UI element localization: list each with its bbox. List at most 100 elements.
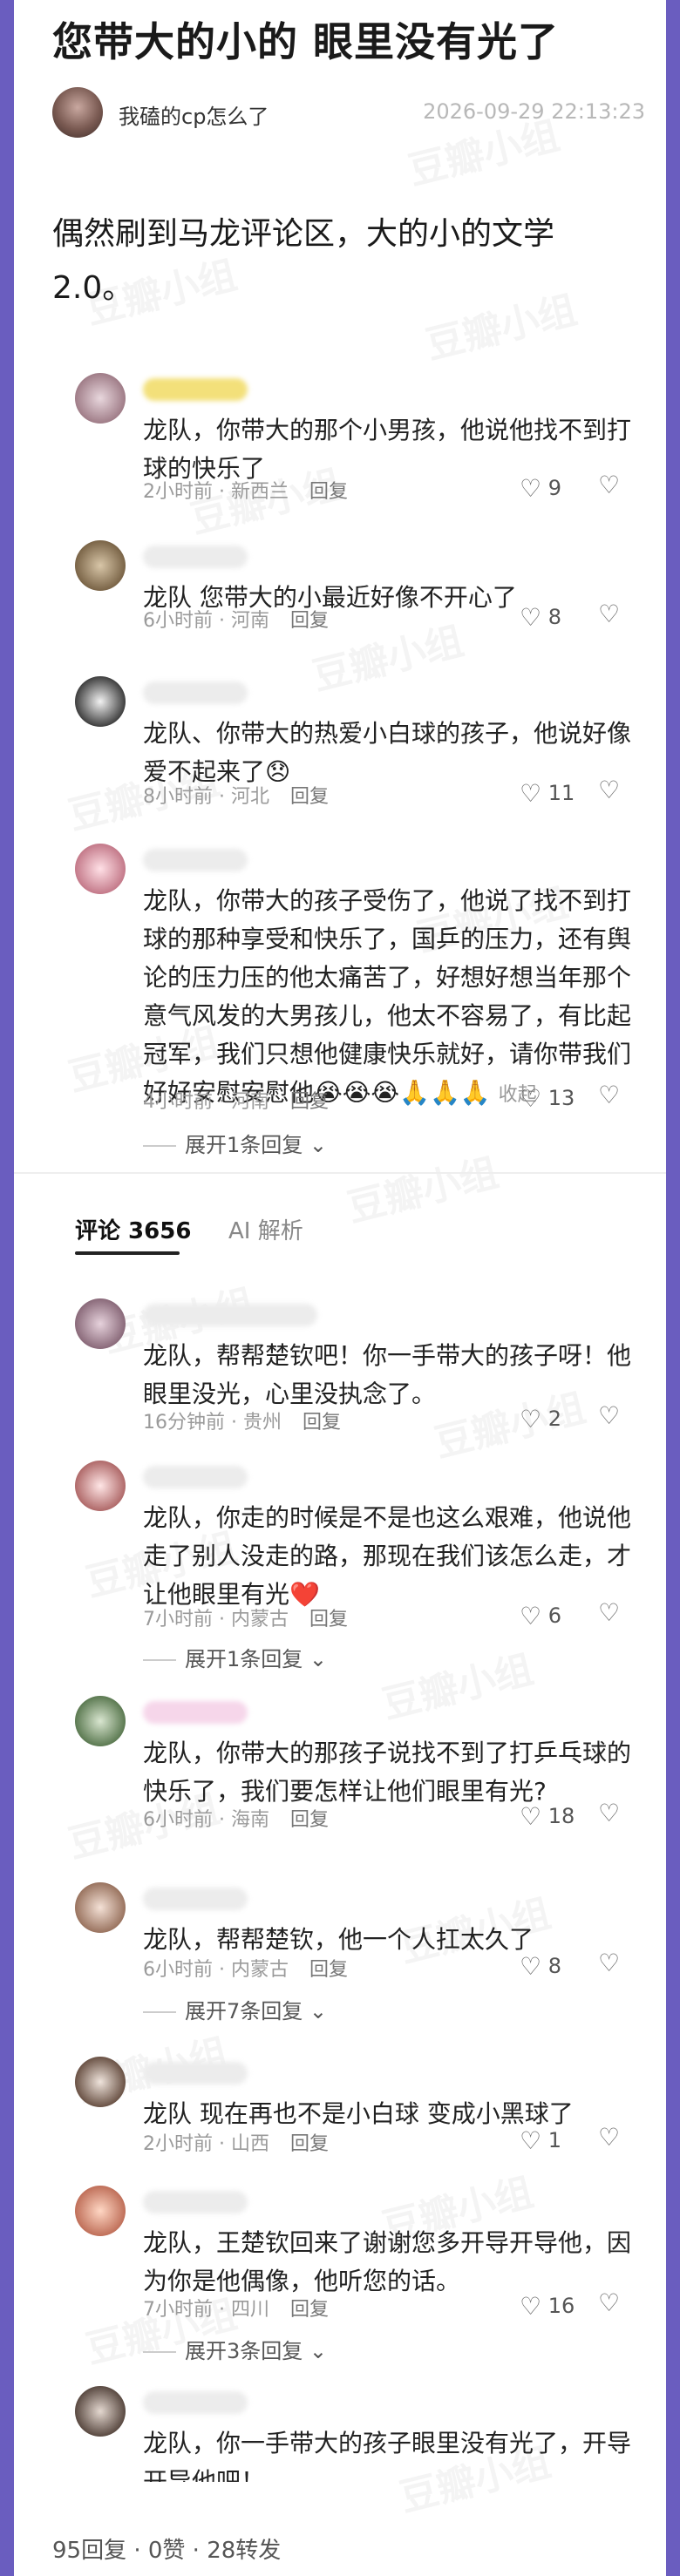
like-button[interactable]: ♡ 9	[520, 474, 561, 503]
divider-line	[143, 2351, 176, 2353]
expand-replies-label: 展开7条回复	[185, 1999, 303, 2024]
comment-item: 龙队、你带大的热爱小白球的孩子，他说好像爱不起来了😞 8小时前 · 河北 回复 ♡…	[75, 676, 633, 816]
reply-button[interactable]: 回复	[309, 481, 348, 503]
dislike-icon[interactable]: ♡	[598, 1598, 620, 1627]
like-count: 1	[547, 2128, 562, 2152]
dislike-icon[interactable]: ♡	[598, 1081, 620, 1109]
commenter-avatar[interactable]	[75, 2186, 126, 2236]
expand-replies-button[interactable]: 展开1条回复 ⌄	[143, 1128, 327, 1158]
comment-time-location: 6小时前 · 河南	[143, 610, 269, 632]
commenter-name-blurred	[143, 1888, 248, 1910]
reply-button[interactable]: 回复	[303, 1412, 341, 1434]
comment-time-location: 6小时前 · 海南	[143, 1809, 269, 1831]
like-button[interactable]: ♡ 11	[520, 779, 575, 808]
like-count: 13	[547, 1086, 575, 1110]
heart-icon: ♡	[520, 603, 542, 632]
expand-replies-button[interactable]: 展开7条回复 ⌄	[143, 1994, 327, 2024]
commenter-avatar[interactable]	[75, 540, 126, 591]
heart-icon: ♡	[520, 1952, 542, 1981]
author-avatar[interactable]	[52, 87, 103, 138]
dislike-icon[interactable]: ♡	[598, 776, 620, 804]
commenter-avatar[interactable]	[75, 676, 126, 727]
like-button[interactable]: ♡ 18	[520, 1802, 575, 1831]
like-button[interactable]: ♡ 8	[520, 603, 561, 632]
comment-meta: 2小时前 · 山西 回复	[143, 2128, 329, 2156]
dislike-icon[interactable]: ♡	[598, 2288, 620, 2317]
post-body: 偶然刷到马龙评论区，大的小的文学 2.0。	[52, 207, 610, 315]
like-count: 18	[547, 1804, 575, 1828]
comment-item: 龙队 您带大的小最近好像不开心了 6小时前 · 河南 回复 ♡ 8 ♡	[75, 540, 633, 645]
like-count: 6	[547, 1603, 562, 1628]
commenter-avatar[interactable]	[75, 2057, 126, 2107]
reply-button[interactable]: 回复	[290, 1091, 329, 1113]
post-stats: 95回复 · 0赞 · 28转发	[52, 2538, 282, 2564]
dislike-icon[interactable]: ♡	[598, 1401, 620, 1430]
commenter-name-blurred	[143, 546, 248, 568]
comment-item: 龙队，你带大的那孩子说找不到了打乒乓球的快乐了，我们要怎样让他们眼里有光? 6小…	[75, 1696, 633, 1835]
comment-meta: 2小时前 · 新西兰 回复	[143, 476, 348, 504]
divider-line	[143, 1145, 176, 1147]
comment-item: 龙队，你带大的孩子受伤了，他说了找不到打球的那种享受和快乐了，国乒的压力，还有舆…	[75, 844, 633, 1157]
comment-time-location: 2小时前 · 新西兰	[143, 481, 289, 503]
like-count: 16	[547, 2294, 575, 2318]
reply-button[interactable]: 回复	[309, 1959, 348, 1981]
dislike-icon[interactable]: ♡	[598, 2123, 620, 2152]
expand-replies-label: 展开1条回复	[185, 1647, 303, 1671]
like-button[interactable]: ♡ 2	[520, 1405, 561, 1434]
reply-button[interactable]: 回复	[290, 786, 329, 808]
expand-replies-button[interactable]: 展开1条回复 ⌄	[143, 1642, 327, 1672]
comment-time-location: 2小时前 · 山西	[143, 2133, 269, 2155]
tab-comments[interactable]: 评论 3656	[75, 1213, 191, 1245]
like-button[interactable]: ♡ 6	[520, 1602, 561, 1630]
commenter-name-blurred	[143, 2391, 248, 2414]
comment-item: 龙队，帮帮楚钦吧！你一手带大的孩子呀！他眼里没光，心里没执念了。 16分钟前 ·…	[75, 1298, 633, 1438]
commenter-avatar[interactable]	[75, 373, 126, 424]
comment-text: 龙队，你带大的那孩子说找不到了打乒乓球的快乐了，我们要怎样让他们眼里有光?	[143, 1739, 632, 1806]
expand-replies-button[interactable]: 展开3条回复 ⌄	[143, 2334, 327, 2364]
reply-button[interactable]: 回复	[290, 1809, 329, 1831]
like-count: 8	[547, 605, 562, 629]
like-button[interactable]: ♡ 1	[520, 2126, 561, 2155]
commenter-avatar[interactable]	[75, 1461, 126, 1511]
comment-text: 龙队，王楚钦回来了谢谢您多开导开导他，因为你是他偶像，他听您的话。	[143, 2228, 632, 2295]
reply-button[interactable]: 回复	[309, 1609, 348, 1630]
commenter-avatar[interactable]	[75, 1298, 126, 1349]
heart-icon: ♡	[520, 1405, 542, 1434]
comment-text: 龙队，你一手带大的孩子眼里没有光了，开导开导他吧！	[143, 2429, 632, 2482]
comment-meta: 7小时前 · 内蒙古 回复	[143, 1603, 348, 1631]
commenter-avatar[interactable]	[75, 2386, 126, 2437]
like-count: 2	[547, 1407, 562, 1431]
chevron-down-icon: ⌄	[309, 2339, 328, 2363]
commenter-avatar[interactable]	[75, 1882, 126, 1933]
dislike-icon[interactable]: ♡	[598, 1799, 620, 1827]
post-body-line: 偶然刷到马龙评论区，大的小的文学	[52, 216, 555, 252]
commenter-avatar[interactable]	[75, 844, 126, 894]
image-credit: @手机图片在1遊	[529, 2537, 663, 2558]
comment-meta: 8小时前 · 河北 回复	[143, 781, 329, 809]
reply-button[interactable]: 回复	[290, 2299, 329, 2321]
dislike-icon[interactable]: ♡	[598, 1949, 620, 1977]
comment-text: 龙队，你走的时候是不是也这么艰难，他说他走了别人没走的路，那现在我们该怎么走，才…	[143, 1503, 632, 1609]
comment-meta: 4小时前 · 河南 回复	[143, 1086, 329, 1114]
like-button[interactable]: ♡ 8	[520, 1952, 561, 1981]
post-page: 豆瓣小组 豆瓣小组 豆瓣小组 豆瓣小组 豆瓣小组 豆瓣小组 豆瓣小组 豆瓣小组 …	[14, 0, 666, 2576]
commenter-name-blurred	[143, 2062, 248, 2085]
tab-ai-analysis[interactable]: AI 解析	[228, 1213, 303, 1245]
like-button[interactable]: ♡ 16	[520, 2292, 575, 2321]
commenter-name-blurred	[143, 1701, 248, 1724]
reply-button[interactable]: 回复	[290, 2133, 329, 2155]
dislike-icon[interactable]: ♡	[598, 600, 620, 628]
comment-time-location: 16分钟前 · 贵州	[143, 1412, 282, 1434]
commenter-avatar[interactable]	[75, 1696, 126, 1746]
divider-line	[143, 2011, 176, 2013]
divider-line	[143, 1659, 176, 1661]
reply-button[interactable]: 回复	[290, 610, 329, 632]
heart-icon: ♡	[520, 2292, 542, 2321]
dislike-icon[interactable]: ♡	[598, 471, 620, 499]
commenter-name-blurred	[143, 1466, 248, 1488]
like-button[interactable]: ♡ 13	[520, 1084, 575, 1113]
comment-time-location: 6小时前 · 内蒙古	[143, 1959, 289, 1981]
author-name[interactable]: 我磕的cp怎么了	[119, 99, 269, 130]
comment-time-location: 8小时前 · 河北	[143, 786, 269, 808]
chevron-down-icon: ⌄	[309, 1133, 328, 1157]
